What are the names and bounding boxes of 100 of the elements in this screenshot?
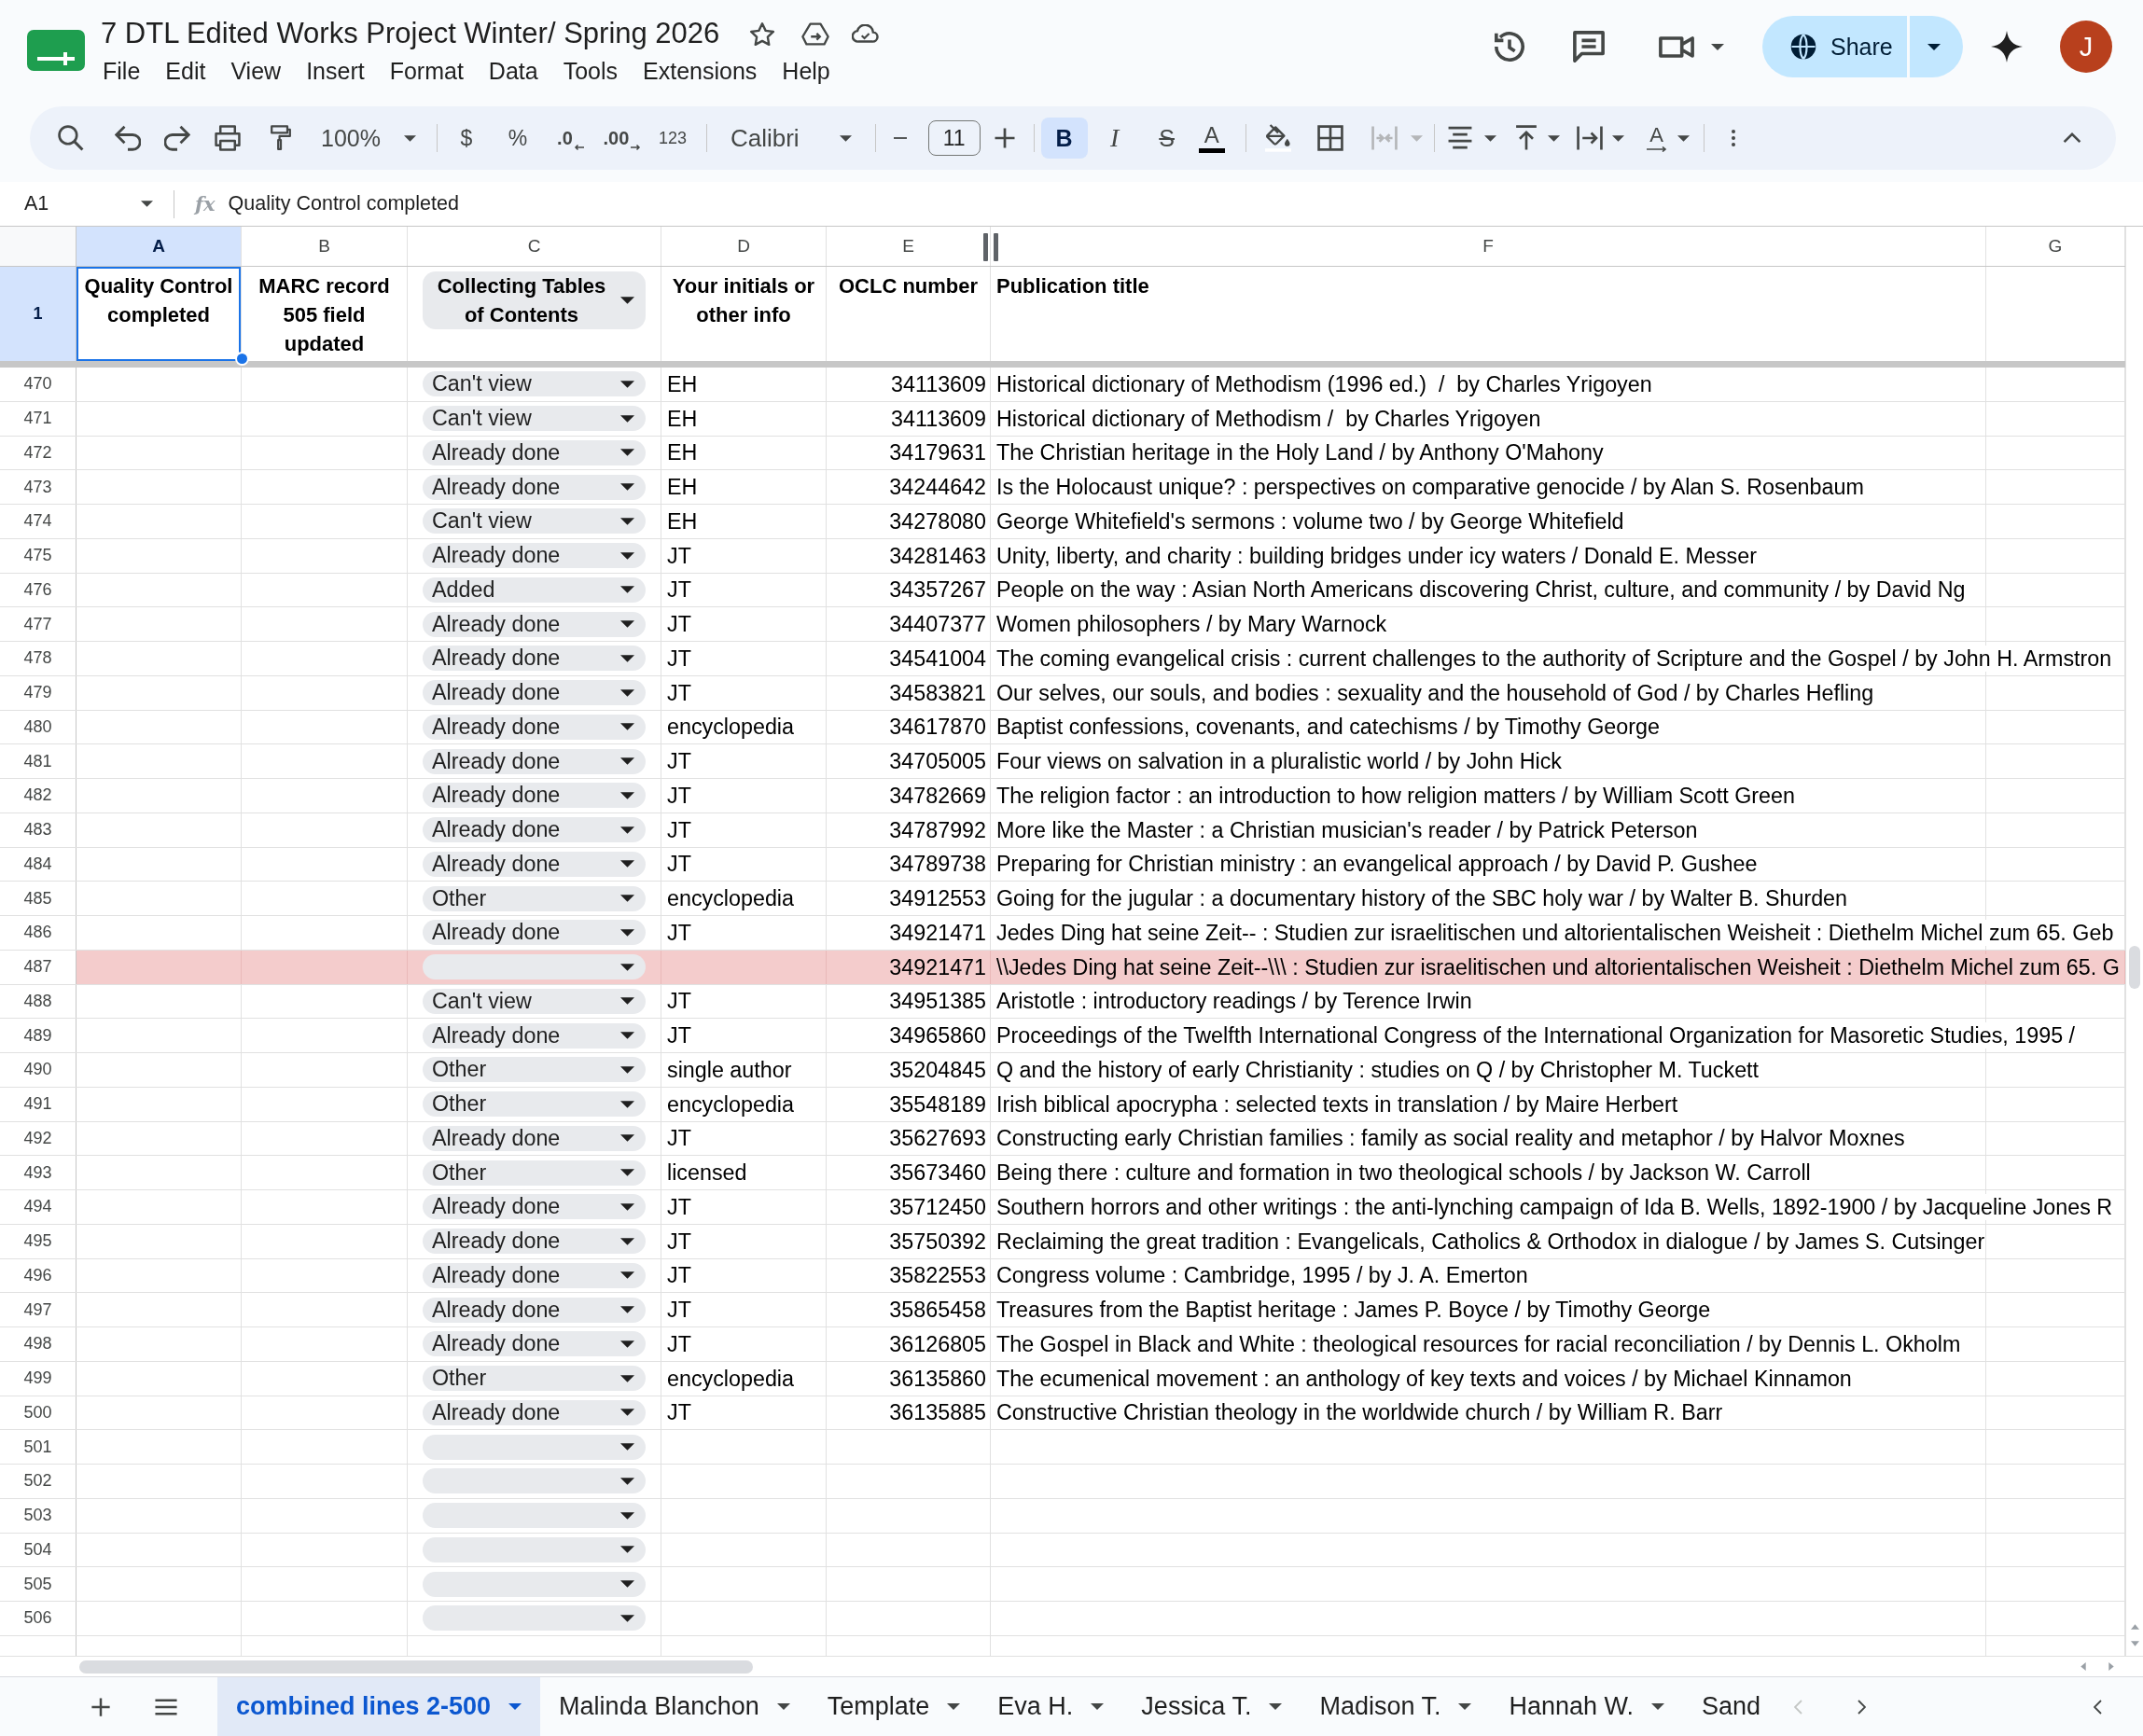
dropdown-chip[interactable]: Other <box>423 1057 646 1083</box>
menu-item[interactable]: Help <box>782 57 830 85</box>
menu-item[interactable]: Tools <box>563 57 619 85</box>
dropdown-chip[interactable]: Can't view <box>423 508 646 535</box>
dropdown-chip[interactable]: Already done <box>423 1262 646 1288</box>
share-button[interactable]: Share <box>1762 16 1907 77</box>
dropdown-chip[interactable]: Already done <box>423 1022 646 1049</box>
freeze-handle-icon[interactable] <box>983 233 998 261</box>
dropdown-chip[interactable]: Already done <box>423 714 646 740</box>
menu-item[interactable]: Insert <box>306 57 365 85</box>
dropdown-chip[interactable]: Already done <box>423 1399 646 1425</box>
font-size-field[interactable]: 11 <box>927 120 981 156</box>
text-wrap-icon[interactable] <box>1576 125 1603 151</box>
dropdown-chip[interactable]: Already done <box>423 439 646 465</box>
decrease-decimal-button[interactable]: .0 <box>550 118 591 159</box>
sheet-tab[interactable]: Sand <box>1683 1677 1763 1736</box>
search-icon[interactable] <box>58 125 84 151</box>
bold-button[interactable]: B <box>1040 118 1088 159</box>
scroll-down-icon[interactable] <box>2130 1641 2139 1646</box>
dropdown-chip[interactable]: Already done <box>423 680 646 706</box>
formula-field[interactable]: Quality Control completed <box>228 192 459 215</box>
dropdown-chip[interactable]: Can't view <box>423 371 646 397</box>
comment-icon[interactable] <box>1573 31 1605 62</box>
number-format-button[interactable]: 123 <box>651 118 693 159</box>
redo-icon[interactable] <box>164 125 190 151</box>
dropdown-chip[interactable]: Already done <box>423 1125 646 1151</box>
dropdown-chip[interactable]: Already done <box>423 611 646 637</box>
sheet-tab[interactable]: Madison T. <box>1301 1677 1491 1736</box>
menu-item[interactable]: Format <box>389 57 464 85</box>
scroll-right-icon[interactable] <box>2108 1662 2114 1671</box>
menu-item[interactable]: Extensions <box>643 57 758 85</box>
star-icon[interactable] <box>749 21 776 47</box>
dropdown-chip[interactable]: Already done <box>423 1331 646 1357</box>
undo-icon[interactable] <box>115 125 141 151</box>
caret-icon[interactable] <box>1547 134 1560 142</box>
scroll-up-icon[interactable] <box>2130 1624 2139 1630</box>
more-icon[interactable] <box>1730 129 1736 147</box>
dropdown-chip[interactable]: Other <box>423 1366 646 1392</box>
scrollbar-thumb[interactable] <box>79 1660 753 1674</box>
currency-button[interactable]: $ <box>445 118 487 159</box>
dropdown-chip[interactable]: Already done <box>423 1229 646 1255</box>
avatar[interactable]: J <box>2060 21 2112 73</box>
column-header[interactable]: C <box>408 227 661 266</box>
scrollbar-thumb[interactable] <box>2129 946 2140 989</box>
text-rotation-button[interactable]: A <box>1642 118 1671 159</box>
font-dropdown[interactable]: Calibri <box>722 118 859 159</box>
paint-format-icon[interactable] <box>268 125 294 151</box>
sheet-tab[interactable]: Malinda Blanchon <box>540 1677 809 1736</box>
dropdown-chip[interactable]: Already done <box>423 474 646 500</box>
chevron-right-icon[interactable] <box>1857 1699 1866 1715</box>
sheet-tab[interactable]: Eva H. <box>979 1677 1123 1736</box>
dropdown-chip[interactable]: Already done <box>423 920 646 946</box>
vertical-scrollbar[interactable] <box>2125 227 2143 1656</box>
caret-icon[interactable] <box>1483 134 1496 142</box>
row-number[interactable]: 1 <box>0 267 77 361</box>
scroll-left-icon[interactable] <box>2080 1662 2086 1671</box>
name-box[interactable]: A1 <box>13 186 162 222</box>
sheet-tab[interactable]: Template <box>808 1677 980 1736</box>
merge-cells-icon[interactable] <box>1371 125 1398 151</box>
dropdown-chip[interactable]: Other <box>423 1160 646 1186</box>
dropdown-chip[interactable]: Already done <box>423 543 646 569</box>
increase-decimal-button[interactable]: .00 <box>601 118 643 159</box>
dropdown-chip[interactable]: Already done <box>423 1194 646 1220</box>
percent-button[interactable]: % <box>496 118 538 159</box>
menu-item[interactable]: Data <box>488 57 538 85</box>
menu-item[interactable]: Edit <box>165 57 206 85</box>
print-icon[interactable] <box>215 125 241 151</box>
caret-icon[interactable] <box>1611 134 1624 142</box>
zoom-dropdown[interactable]: 100% <box>313 118 424 159</box>
dropdown-chip[interactable]: Already done <box>423 851 646 877</box>
text-color-button[interactable]: A <box>1190 118 1233 159</box>
italic-button[interactable]: I <box>1092 118 1136 159</box>
dropdown-chip[interactable]: Already done <box>423 646 646 672</box>
column-heading[interactable]: Quality Control completed <box>77 267 242 361</box>
dropdown-chip[interactable]: Can't view <box>423 988 646 1014</box>
sheets-logo-icon[interactable] <box>27 30 85 71</box>
menu-item[interactable]: View <box>230 57 282 85</box>
sheet-tab[interactable]: Jessica T. <box>1122 1677 1301 1736</box>
caret-icon[interactable] <box>1711 43 1724 50</box>
chevron-left-icon[interactable] <box>2094 1699 2103 1715</box>
dropdown-chip[interactable]: Already done <box>423 817 646 843</box>
collapse-icon[interactable] <box>2063 132 2081 145</box>
dropdown-chip[interactable]: Collecting Tables of Contents <box>423 271 646 329</box>
caret-icon[interactable] <box>1677 134 1690 142</box>
dropdown-chip[interactable]: Already done <box>423 1297 646 1323</box>
history-icon[interactable] <box>1494 31 1525 62</box>
dropdown-chip[interactable]: Can't view <box>423 406 646 432</box>
sheet-tab[interactable]: Hannah W. <box>1490 1677 1684 1736</box>
document-title[interactable]: 7 DTL Edited Works Project Winter/ Spring 2026 <box>101 17 720 50</box>
dropdown-chip[interactable]: Added <box>423 576 646 603</box>
column-header[interactable]: A <box>77 227 242 266</box>
borders-icon[interactable] <box>1316 125 1343 151</box>
column-header[interactable]: D <box>661 227 827 266</box>
align-icon[interactable] <box>1446 125 1473 151</box>
strikethrough-button[interactable]: S <box>1145 118 1189 159</box>
cloud-icon[interactable] <box>852 24 881 43</box>
video-camera-icon[interactable] <box>1659 34 1694 60</box>
dropdown-chip[interactable]: Already done <box>423 748 646 774</box>
sparkle-icon[interactable] <box>1991 31 2023 62</box>
column-header[interactable]: B <box>242 227 408 266</box>
